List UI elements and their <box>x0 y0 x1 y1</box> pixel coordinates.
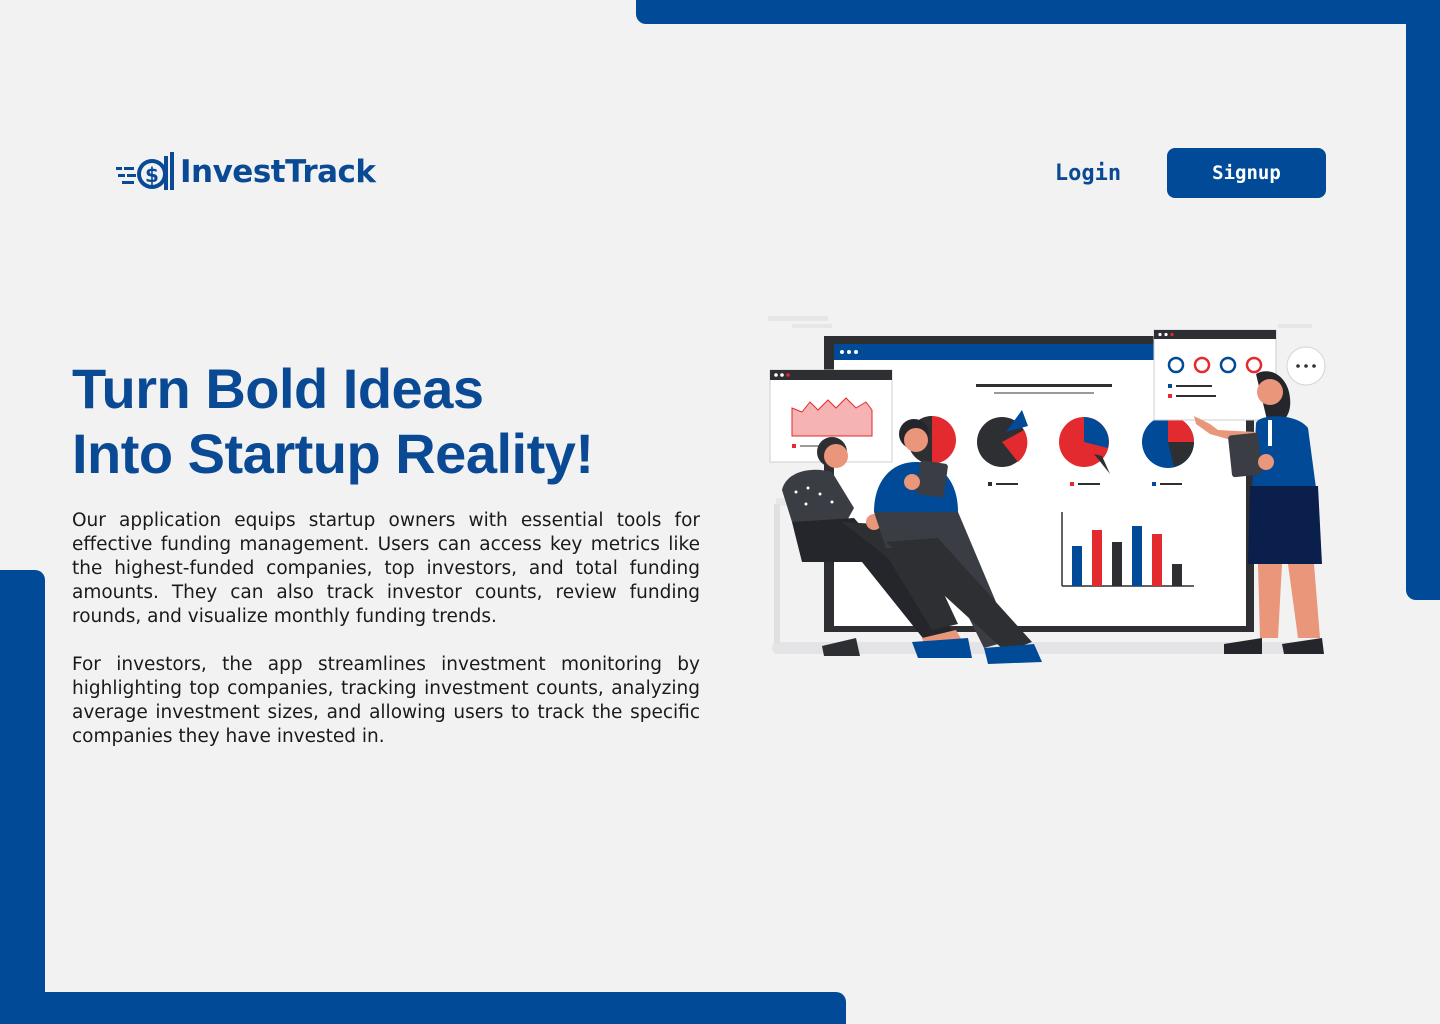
signup-button[interactable]: Signup <box>1167 148 1326 198</box>
hero-description-startups: Our application equips startup owners wi… <box>72 510 700 627</box>
logo-text: InvestTrack <box>180 154 376 190</box>
svg-text:$: $ <box>145 163 159 187</box>
frame-left-bar <box>0 570 45 1024</box>
team-analytics-illustration <box>768 316 1326 664</box>
login-button[interactable]: Login <box>1034 148 1142 198</box>
dollar-speed-icon: $ <box>116 152 174 190</box>
hero-title-line-1: Turn Bold Ideas <box>72 357 484 420</box>
hero-description-investors: For investors, the app streamlines inves… <box>72 654 700 747</box>
hero-title-line-2: Into Startup Reality! <box>72 422 594 485</box>
logo[interactable]: $ InvestTrack <box>114 150 376 194</box>
hero-title: Turn Bold Ideas Into Startup Reality! <box>72 356 712 486</box>
frame-right-bar <box>1406 0 1440 600</box>
frame-bottom-bar <box>0 992 846 1024</box>
frame-top-bar <box>636 0 1440 24</box>
speech-bubble <box>1286 346 1326 386</box>
